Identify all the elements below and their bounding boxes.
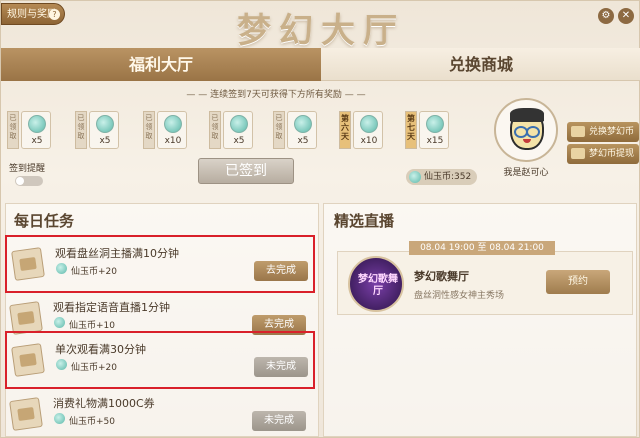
jade-coin-icon [360, 115, 378, 133]
reward-count: x5 [31, 136, 43, 146]
task-undone-button[interactable]: 未完成 [254, 357, 308, 377]
reward-box: x5 [223, 111, 253, 149]
page-title: 梦幻大厅 [237, 11, 405, 51]
reserve-button[interactable]: 预约 [546, 270, 610, 294]
withdraw-coin-label: 梦幻币提现 [589, 149, 635, 159]
task-reward: 仙玉币+10 [69, 321, 115, 331]
tab-bar: 福利大厅 兑换商城 [1, 48, 640, 81]
jade-coin-icon [96, 115, 114, 133]
ingot-icon [571, 126, 585, 137]
reward-count: x5 [233, 136, 245, 146]
task-scroll-icon [9, 397, 43, 431]
task-row: 观看盘丝洞主播满10分钟 仙玉币+20 去完成 [5, 235, 315, 293]
task-row: 消费礼物满1000C券 仙玉币+50 未完成 [5, 387, 315, 438]
avatar-face-icon [510, 108, 544, 150]
tab-welfare-hall[interactable]: 福利大厅 [1, 48, 321, 81]
jade-coin-icon [294, 115, 312, 133]
task-row: 单次观看满30分钟 仙玉币+20 未完成 [5, 331, 315, 389]
signin-remind-toggle[interactable] [15, 176, 43, 186]
task-scroll-icon [11, 343, 45, 377]
balance-badge: 仙玉币:352 [406, 169, 478, 185]
reward-count: x5 [297, 136, 309, 146]
exchange-coin-label: 兑换梦幻币 [589, 127, 635, 137]
task-name: 消费礼物满1000C券 [53, 397, 155, 410]
jade-coin-icon [164, 115, 182, 133]
daily-tasks-title: 每日任务 [14, 212, 75, 230]
exchange-coin-button[interactable]: 兑换梦幻币 [567, 122, 639, 142]
featured-live-title: 精选直播 [334, 212, 395, 230]
reward-box: x10 [157, 111, 187, 149]
reward-count: x5 [99, 136, 111, 146]
ingot-icon [571, 148, 585, 159]
task-name: 观看盘丝洞主播满10分钟 [55, 247, 179, 260]
balance-value: 仙玉币:352 [424, 172, 472, 182]
day-tag: 已领取 [143, 111, 155, 149]
reward-box: x5 [287, 111, 317, 149]
day-tag: 第六天 [339, 111, 351, 149]
jade-coin-icon [54, 317, 65, 328]
tab-exchange-mall[interactable]: 兑换商城 [321, 48, 640, 81]
close-icon[interactable]: ✕ [618, 8, 634, 24]
day-tag: 已领取 [7, 111, 19, 149]
jade-coin-icon [28, 115, 46, 133]
signin-remind-label: 签到提醒 [9, 164, 46, 174]
task-reward: 仙玉币+20 [71, 267, 117, 277]
jade-coin-icon [426, 115, 444, 133]
task-scroll-icon [11, 247, 45, 281]
day-tag: 第七天 [405, 111, 417, 149]
live-time-banner: 08.04 19:00 至 08.04 21:00 [409, 241, 555, 255]
jade-coin-icon [56, 263, 67, 274]
signin-hint: — — 连续签到7天可获得下方所有奖励 — — [186, 90, 366, 100]
live-name: 梦幻歌舞厅 [414, 270, 469, 283]
app-window: 规则与奖励 ? 梦幻大厅 ⚙ ✕ 福利大厅 兑换商城 — — 连续签到7天可获得… [0, 0, 640, 438]
signed-button[interactable]: 已签到 [198, 158, 294, 184]
live-card[interactable]: 梦幻歌舞厅 梦幻歌舞厅 盘丝洞性感女神主秀场 预约 [337, 251, 633, 315]
featured-live-panel: 精选直播 [323, 203, 637, 437]
jade-coin-icon [54, 413, 65, 424]
day-tag: 已领取 [209, 111, 221, 149]
task-undone-button[interactable]: 未完成 [252, 411, 306, 431]
jade-coin-icon [230, 115, 248, 133]
reward-box: x5 [89, 111, 119, 149]
live-thumbnail: 梦幻歌舞厅 [348, 256, 404, 312]
reward-box: x5 [21, 111, 51, 149]
jade-coin-icon [409, 171, 421, 183]
reward-count: x10 [164, 136, 182, 146]
task-name: 观看指定语音直播1分钟 [53, 301, 170, 314]
task-reward: 仙玉币+50 [69, 417, 115, 427]
avatar[interactable] [494, 98, 558, 162]
settings-icon[interactable]: ⚙ [598, 8, 614, 24]
reward-count: x15 [426, 136, 444, 146]
day-tag: 已领取 [273, 111, 285, 149]
task-go-button[interactable]: 去完成 [254, 261, 308, 281]
live-subtitle: 盘丝洞性感女神主秀场 [414, 291, 505, 301]
reward-box: x10 [353, 111, 383, 149]
user-name: 我是赵可心 [503, 168, 549, 178]
withdraw-coin-button[interactable]: 梦幻币提现 [567, 144, 639, 164]
task-scroll-icon [9, 301, 43, 335]
task-name: 单次观看满30分钟 [55, 343, 146, 356]
reward-count: x10 [360, 136, 378, 146]
day-tag: 已领取 [75, 111, 87, 149]
reward-box: x15 [419, 111, 449, 149]
header: 规则与奖励 ? 梦幻大厅 ⚙ ✕ [1, 1, 640, 51]
task-reward: 仙玉币+20 [71, 363, 117, 373]
jade-coin-icon [56, 359, 67, 370]
